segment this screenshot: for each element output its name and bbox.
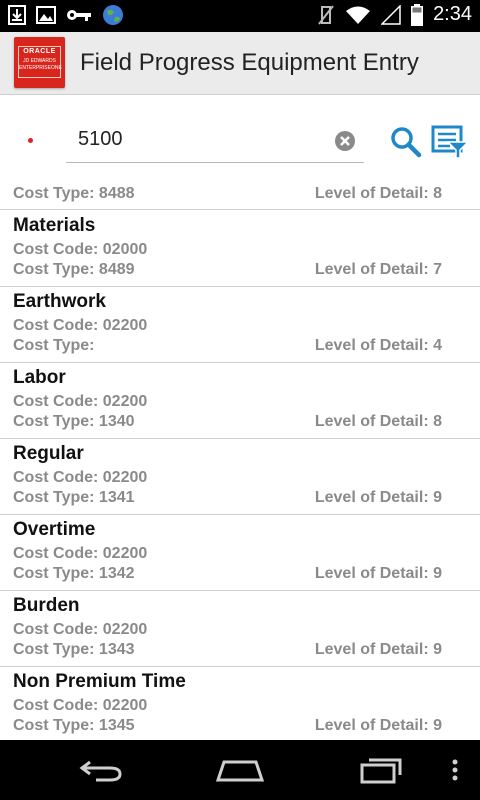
list-item[interactable]: Non Premium Time Cost Code: 02200 Cost T… xyxy=(0,666,480,740)
level-of-detail: Level of Detail: 7 xyxy=(314,261,442,278)
status-icons-right: 2:34 xyxy=(317,3,472,26)
level-of-detail: Level of Detail: 9 xyxy=(314,489,442,506)
logo-line-2: JD EDWARDS xyxy=(23,58,56,64)
cost-code: Cost Code: 02200 xyxy=(13,469,148,486)
list-item[interactable]: Regular Cost Code: 02200 Cost Type: 1341… xyxy=(0,438,480,515)
logo-line-1: ORACLE xyxy=(23,48,56,55)
item-title: Earthwork xyxy=(13,291,106,312)
image-icon xyxy=(36,6,56,24)
item-title: Labor xyxy=(13,367,66,388)
list-item[interactable]: Earthwork Cost Code: 02200 Cost Type: Le… xyxy=(0,286,480,363)
key-icon xyxy=(67,10,91,21)
search-icon[interactable] xyxy=(388,124,424,160)
filter-icon[interactable] xyxy=(430,124,470,160)
cost-type: Cost Type: 1340 xyxy=(13,413,135,430)
oracle-jde-logo: ORACLE JD EDWARDS ENTERPRISEONE xyxy=(14,37,65,88)
cost-code-list[interactable]: Cost Type: 8488 Level of Detail: 8 Mater… xyxy=(0,180,480,740)
cost-type: Cost Type: 1343 xyxy=(13,641,135,658)
status-bar: 2:34 xyxy=(0,0,480,32)
cost-type: Cost Type: 1345 xyxy=(13,717,135,734)
item-title: Burden xyxy=(13,595,80,616)
level-of-detail: Level of Detail: 9 xyxy=(314,641,442,658)
cost-code: Cost Code: 02200 xyxy=(13,697,148,714)
cost-type: Cost Type: xyxy=(13,337,95,354)
cost-code: Cost Code: 02000 xyxy=(13,241,148,258)
list-item[interactable]: Labor Cost Code: 02200 Cost Type: 1340 L… xyxy=(0,362,480,439)
app-bar: ORACLE JD EDWARDS ENTERPRISEONE Field Pr… xyxy=(0,32,480,95)
list-item[interactable]: Burden Cost Code: 02200 Cost Type: 1343 … xyxy=(0,590,480,667)
list-item[interactable]: Overtime Cost Code: 02200 Cost Type: 134… xyxy=(0,514,480,591)
globe-icon xyxy=(103,5,123,25)
back-icon[interactable] xyxy=(78,756,124,784)
navigation-bar xyxy=(0,740,480,800)
home-icon[interactable] xyxy=(214,756,266,784)
level-of-detail: Level of Detail: 9 xyxy=(314,717,442,734)
cost-code: Cost Code: 02200 xyxy=(13,621,148,638)
item-title: Materials xyxy=(13,215,96,236)
required-indicator xyxy=(28,138,33,143)
status-time: 2:34 xyxy=(433,3,472,25)
wifi-icon xyxy=(346,6,371,24)
status-icons-left xyxy=(8,4,124,26)
level-of-detail: Level of Detail: 8 xyxy=(314,185,442,202)
search-input[interactable]: 5100 xyxy=(66,120,364,163)
item-title: Non Premium Time xyxy=(13,671,186,692)
search-value: 5100 xyxy=(78,128,123,150)
level-of-detail: Level of Detail: 9 xyxy=(314,565,442,582)
item-title: Regular xyxy=(13,443,84,464)
cost-type: Cost Type: 8488 xyxy=(13,185,135,202)
cost-type: Cost Type: 1341 xyxy=(13,489,135,506)
level-of-detail: Level of Detail: 4 xyxy=(314,337,442,354)
recents-icon[interactable] xyxy=(358,756,404,784)
cost-type: Cost Type: 8489 xyxy=(13,261,135,278)
menu-dots-icon[interactable] xyxy=(446,756,464,784)
signal-icon xyxy=(381,4,401,25)
item-title: Overtime xyxy=(13,519,96,540)
vibrate-off-icon xyxy=(318,4,334,25)
cost-code: Cost Code: 02200 xyxy=(13,545,148,562)
cost-code: Cost Code: 02200 xyxy=(13,317,148,334)
cost-type: Cost Type: 1342 xyxy=(13,565,135,582)
battery-icon xyxy=(411,3,424,26)
logo-line-3: ENTERPRISEONE xyxy=(19,65,62,71)
app-title: Field Progress Equipment Entry xyxy=(80,49,419,76)
list-item[interactable]: Materials Cost Code: 02000 Cost Type: 84… xyxy=(0,210,480,287)
download-icon xyxy=(8,5,26,25)
level-of-detail: Level of Detail: 8 xyxy=(314,413,442,430)
cost-code: Cost Code: 02200 xyxy=(13,393,148,410)
clear-icon[interactable] xyxy=(334,130,356,152)
list-item-partial[interactable]: Cost Type: 8488 Level of Detail: 8 xyxy=(0,180,480,210)
